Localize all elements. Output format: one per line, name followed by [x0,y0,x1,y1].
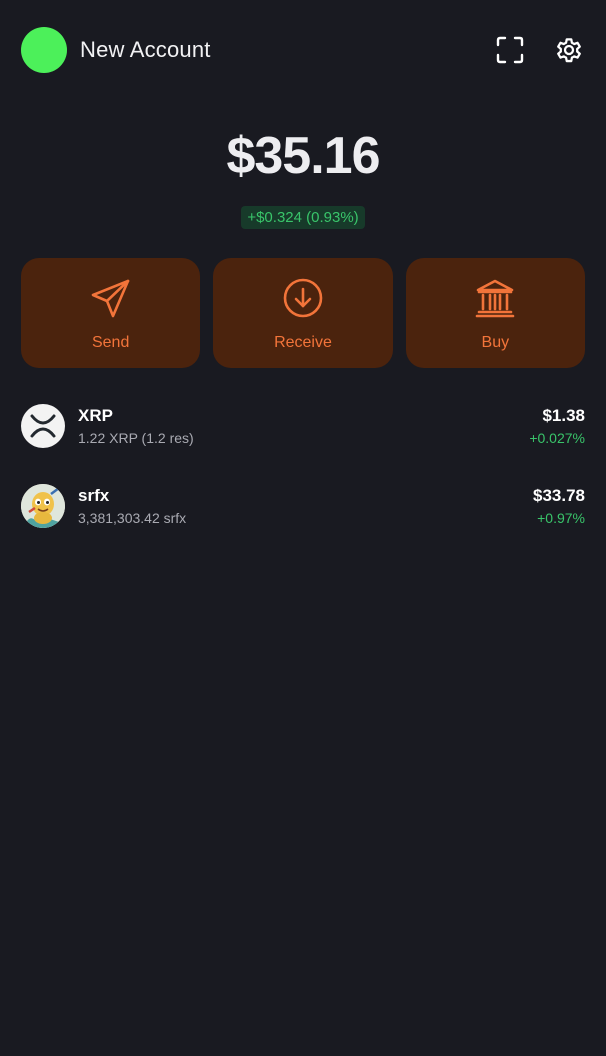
receive-button[interactable]: Receive [213,258,393,368]
asset-value: $1.38 [542,406,585,425]
asset-info: XRP 1.22 XRP (1.2 res) [78,406,194,446]
asset-value: $33.78 [533,486,585,505]
send-icon [90,277,132,319]
send-label: Send [91,334,130,351]
header: New Account [21,26,585,74]
scan-icon [496,36,524,64]
receive-label: Receive [274,334,332,351]
asset-info: srfx 3,381,303.42 srfx [78,486,186,526]
send-button[interactable]: Send [21,258,201,368]
asset-row-xrp[interactable]: XRP 1.22 XRP (1.2 res) $1.38 +0.027% [21,398,585,454]
header-actions [494,34,585,66]
settings-button[interactable] [553,34,585,66]
gear-icon [557,38,581,63]
asset-change: +0.027% [529,430,585,446]
asset-list: XRP 1.22 XRP (1.2 res) $1.38 +0.027% srf… [21,398,585,558]
asset-name: XRP [78,406,113,425]
account-name[interactable]: New Account [80,37,211,63]
balance-change-badge: +$0.324 (0.93%) [241,206,365,229]
total-balance: $35.16 [226,127,380,185]
account-avatar[interactable] [21,27,67,73]
asset-name: srfx [78,486,110,505]
balance-change-wrap: +$0.324 (0.93%) [0,206,606,229]
asset-row-srfx[interactable]: srfx 3,381,303.42 srfx $33.78 +0.97% [21,478,585,534]
asset-values: $1.38 +0.027% [529,406,585,446]
buy-label: Buy [481,334,510,351]
buy-button[interactable]: Buy [405,258,585,368]
quick-actions: Send Receive Buy [21,258,585,368]
asset-amount: 3,381,303.42 srfx [78,510,187,526]
download-circle-icon [282,277,324,319]
asset-change: +0.97% [537,510,585,526]
asset-amount: 1.22 XRP (1.2 res) [78,430,194,446]
bank-icon [474,277,516,319]
srfx-logo-icon [21,484,65,528]
xrp-logo-icon [21,404,65,448]
asset-values: $33.78 +0.97% [533,486,585,526]
scan-button[interactable] [494,34,526,66]
